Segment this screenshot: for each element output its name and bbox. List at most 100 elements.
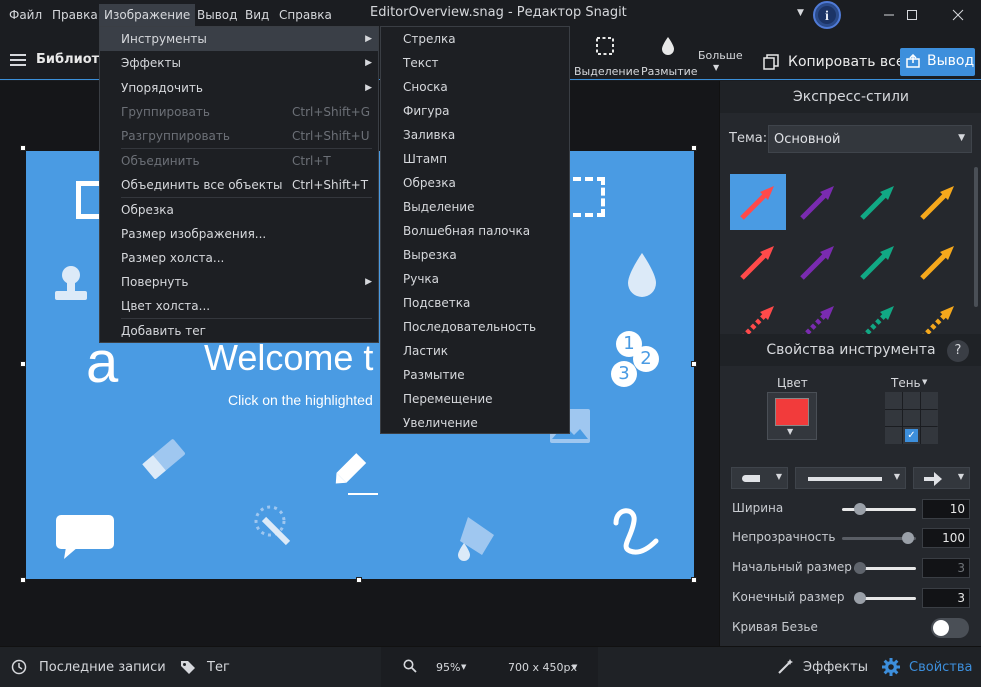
quick-style-swatch[interactable] (790, 294, 846, 334)
copy-icon[interactable] (763, 54, 779, 73)
chevron-down-icon[interactable]: ▼ (461, 663, 466, 671)
image-size[interactable]: 700 x 450px (508, 661, 577, 674)
quick-style-swatch[interactable] (790, 174, 846, 230)
resize-handle-tl[interactable] (20, 145, 26, 151)
image-menu-item[interactable]: Размер холста... (100, 246, 378, 270)
shadow-cell[interactable] (921, 427, 938, 444)
quick-style-swatch[interactable] (850, 294, 906, 334)
tools-menu-item[interactable]: Фигура (381, 99, 569, 123)
end-size-input[interactable]: 3 (922, 588, 970, 608)
hamburger-icon[interactable] (10, 54, 26, 69)
more-chevron-icon[interactable]: ▼ (713, 63, 719, 72)
search-icon[interactable] (403, 659, 417, 676)
opacity-slider-knob[interactable] (902, 532, 914, 544)
blur-tool-label[interactable]: Размытие (641, 65, 698, 78)
magic-wand-icon[interactable] (776, 658, 794, 679)
image-menu-item[interactable]: Повернуть ▶ (100, 270, 378, 294)
menu-image[interactable]: Изображение (99, 4, 196, 26)
tools-menu-item[interactable]: Волшебная палочка (381, 219, 569, 243)
effects-button[interactable]: Эффекты (803, 660, 868, 675)
tools-menu-item[interactable]: Стрелка (381, 27, 569, 51)
shadow-cell[interactable] (921, 392, 938, 409)
width-input[interactable]: 10 (922, 499, 970, 519)
resize-handle-b[interactable] (356, 577, 362, 583)
image-menu-item[interactable]: Добавить тег (100, 319, 378, 343)
tools-menu-item[interactable]: Ручка (381, 267, 569, 291)
image-menu-item[interactable]: Упорядочить ▶ (100, 76, 378, 100)
menu-file[interactable]: Файл (4, 4, 47, 26)
quick-style-swatch[interactable] (910, 294, 966, 334)
tools-menu-item[interactable]: Подсветка (381, 291, 569, 315)
clock-icon[interactable] (11, 659, 27, 678)
bezier-toggle[interactable] (931, 618, 969, 638)
selection-tool-icon[interactable] (595, 36, 615, 56)
start-size-input[interactable]: 3 (922, 558, 970, 578)
tools-menu-item[interactable]: Ластик (381, 339, 569, 363)
tools-menu-item[interactable]: Текст (381, 51, 569, 75)
opacity-slider[interactable] (842, 532, 916, 544)
shadow-grid[interactable]: ✓ (885, 392, 938, 444)
quick-style-swatch[interactable] (790, 234, 846, 290)
line-style-dropdown[interactable]: ▼ (795, 467, 906, 489)
blur-tool-icon[interactable] (660, 36, 676, 56)
tools-menu-item[interactable]: Размытие (381, 363, 569, 387)
theme-dropdown[interactable]: Основной ▼ (768, 125, 972, 153)
quick-style-swatch[interactable] (910, 174, 966, 230)
resize-handle-tr[interactable] (691, 145, 697, 151)
info-icon[interactable]: i (810, 0, 850, 30)
resize-handle-l[interactable] (20, 361, 26, 367)
end-size-slider[interactable] (854, 592, 916, 604)
styles-scrollbar[interactable] (974, 167, 978, 307)
shadow-cell[interactable] (903, 409, 920, 427)
tools-menu-item[interactable]: Выделение (381, 195, 569, 219)
help-button[interactable]: ? (947, 340, 969, 362)
image-menu-item[interactable]: Инструменты ▶ (100, 27, 378, 51)
chevron-down-icon[interactable]: ▼ (922, 378, 927, 386)
resize-handle-br[interactable] (691, 577, 697, 583)
width-slider-knob[interactable] (854, 503, 866, 515)
output-button[interactable]: Вывод (900, 48, 975, 76)
quick-style-swatch[interactable] (850, 234, 906, 290)
shadow-cell[interactable] (885, 409, 902, 427)
image-menu-item[interactable]: Объединить все объекты Ctrl+Shift+T (100, 173, 378, 197)
quick-style-swatch[interactable] (730, 174, 786, 230)
maximize-button[interactable] (889, 0, 935, 30)
tools-menu-item[interactable]: Последовательность (381, 315, 569, 339)
shadow-cell[interactable] (885, 392, 902, 409)
selection-tool-label[interactable]: Выделение (574, 65, 640, 78)
menu-help[interactable]: Справка (274, 4, 337, 26)
quick-style-swatch[interactable] (850, 174, 906, 230)
start-size-slider[interactable] (854, 562, 916, 574)
menu-view[interactable]: Вид (240, 4, 274, 26)
image-menu-item[interactable]: Цвет холста... (100, 294, 378, 318)
menu-edit[interactable]: Правка (47, 4, 103, 26)
tag-icon[interactable] (180, 660, 196, 677)
line-start-dropdown[interactable]: ▼ (731, 467, 788, 489)
gear-icon[interactable] (881, 657, 901, 680)
zoom-level[interactable]: 95% (436, 661, 460, 674)
quick-style-swatch[interactable] (910, 234, 966, 290)
start-size-slider-knob[interactable] (854, 562, 866, 574)
tag-button[interactable]: Тег (207, 660, 230, 675)
shadow-label[interactable]: Тень (891, 376, 921, 390)
width-slider[interactable] (842, 503, 916, 515)
tools-menu-item[interactable]: Заливка (381, 123, 569, 147)
image-menu-item[interactable]: Эффекты ▶ (100, 51, 378, 75)
image-menu-item[interactable]: Обрезка (100, 198, 378, 222)
opacity-input[interactable]: 100 (922, 528, 970, 548)
recent-captures-button[interactable]: Последние записи (39, 660, 166, 675)
line-end-dropdown[interactable]: ▼ (913, 467, 970, 489)
shadow-cell-selected[interactable]: ✓ (903, 427, 920, 444)
quick-style-swatch[interactable] (730, 234, 786, 290)
tools-menu-item[interactable]: Перемещение (381, 387, 569, 411)
properties-button[interactable]: Свойства (909, 660, 973, 675)
resize-handle-bl[interactable] (20, 577, 26, 583)
end-size-slider-knob[interactable] (854, 592, 866, 604)
close-button[interactable] (935, 0, 981, 30)
chevron-down-icon[interactable]: ▼ (572, 663, 577, 671)
color-picker[interactable]: ▼ (767, 392, 817, 440)
tools-menu-item[interactable]: Вырезка (381, 243, 569, 267)
image-menu-item[interactable]: Размер изображения... (100, 222, 378, 246)
tools-menu-item[interactable]: Штамп (381, 147, 569, 171)
copy-all-button[interactable]: Копировать все (788, 54, 904, 70)
